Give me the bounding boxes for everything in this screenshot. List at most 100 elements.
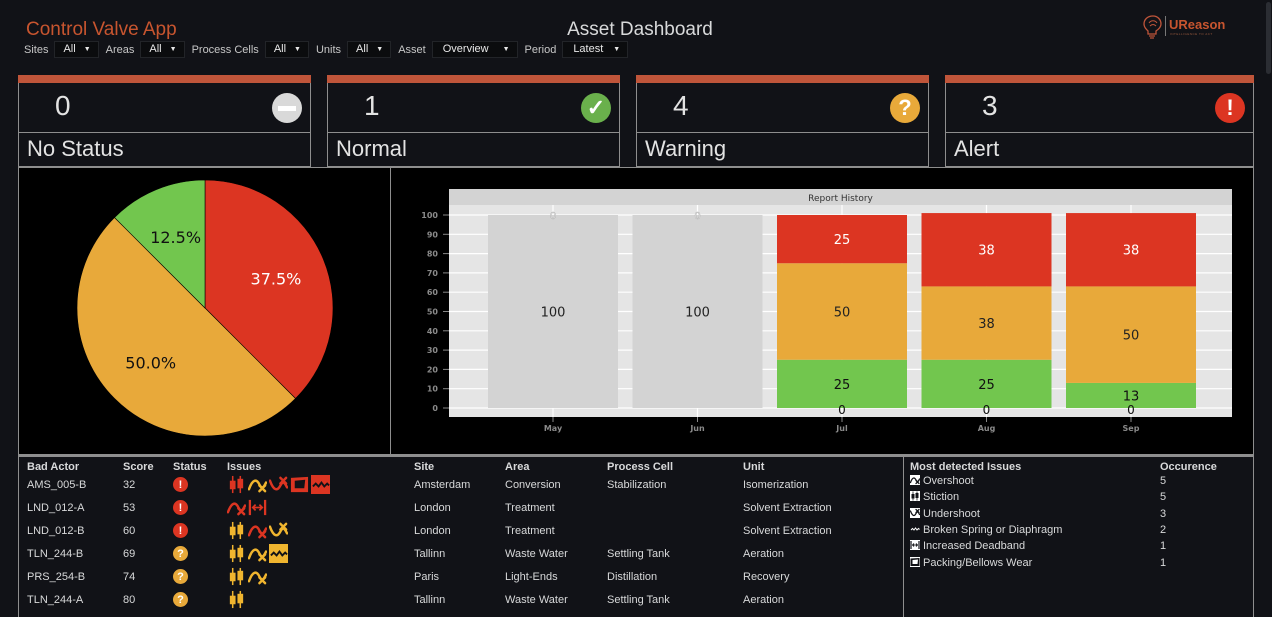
filter-value: All bbox=[149, 43, 162, 55]
deadband-icon bbox=[910, 540, 920, 551]
issue-name: Overshoot bbox=[923, 475, 974, 488]
issue-icons bbox=[227, 544, 414, 563]
card-top: 1 ✓ bbox=[327, 83, 620, 133]
overshoot-icon bbox=[248, 571, 267, 585]
status-count: 1 bbox=[364, 90, 380, 121]
process-cell-value: Stabilization bbox=[607, 478, 667, 491]
y-tick-label: 20 bbox=[427, 365, 439, 374]
unit-value: Recovery bbox=[743, 570, 790, 583]
col-header-occurence: Occurence bbox=[1160, 460, 1217, 473]
logo-brand-u: U bbox=[1169, 17, 1179, 32]
filter-select-areas[interactable]: All ▼ bbox=[140, 41, 185, 58]
chart-title: Report History bbox=[808, 194, 873, 204]
filter-select-units[interactable]: All ▼ bbox=[347, 41, 392, 58]
filter-label-sites: Sites bbox=[24, 43, 49, 56]
undershoot-icon bbox=[269, 522, 288, 537]
issue-name: Packing/Bellows Wear bbox=[923, 556, 1033, 569]
caret-down-icon: ▼ bbox=[376, 46, 384, 53]
status-cell: ! bbox=[173, 519, 227, 542]
status-cell: ! bbox=[173, 473, 227, 496]
issue-icons bbox=[227, 498, 414, 517]
score-value: 32 bbox=[123, 478, 136, 491]
site-value: London bbox=[414, 524, 451, 537]
filter-select-asset[interactable]: Overview ▼ bbox=[431, 41, 518, 58]
card-accent-bar bbox=[18, 75, 311, 83]
col-header-process-cell[interactable]: Process Cell bbox=[607, 460, 743, 473]
col-header-site[interactable]: Site bbox=[414, 460, 505, 473]
overshoot-icon bbox=[227, 502, 246, 516]
table-row[interactable]: PRS_254-B 74? Paris Light-Ends Distillation R… bbox=[27, 565, 883, 588]
filter-select-process-cells[interactable]: All ▼ bbox=[264, 41, 309, 58]
table-row[interactable]: TLN_244-A 80? Tallinn Waste Water Settling T… bbox=[27, 588, 883, 611]
score-value: 80 bbox=[123, 593, 136, 606]
issue-name-cell: Overshoot bbox=[910, 473, 1160, 489]
zero-label: 0 bbox=[1127, 403, 1135, 417]
y-tick-label: 10 bbox=[427, 385, 439, 394]
card-top: 0 bbox=[18, 83, 311, 133]
unit-value: Aeration bbox=[743, 547, 784, 560]
exclamation-icon: ! bbox=[1215, 93, 1245, 123]
status-card-alert[interactable]: 3 ! Alert bbox=[945, 75, 1254, 167]
filter-label-process-cells: Process Cells bbox=[191, 43, 259, 56]
card-top: 4 ? bbox=[636, 83, 929, 133]
deadband-icon-box bbox=[910, 540, 920, 551]
bar-value-label: 25 bbox=[834, 378, 851, 393]
filter-bar: Sites All ▼ Areas All ▼ Process Cells All ▼… bbox=[24, 41, 635, 58]
deadband-icon bbox=[248, 499, 267, 516]
lightbulb-brain-icon bbox=[1143, 15, 1162, 39]
score-value: 53 bbox=[123, 501, 136, 514]
col-header-score[interactable]: Score bbox=[123, 460, 173, 473]
bad-actor-table: Bad Actor Score Status Issues Site Area … bbox=[27, 460, 883, 611]
table-row[interactable]: LND_012-A 53! London Treatment Solvent Extra… bbox=[27, 496, 883, 519]
packing-icon bbox=[290, 476, 309, 493]
process-cell-value: Distillation bbox=[607, 570, 658, 583]
filter-select-sites[interactable]: All ▼ bbox=[54, 41, 99, 58]
issue-name-cell: Broken Spring or Diaphragm bbox=[910, 522, 1160, 538]
stiction-icon bbox=[229, 521, 244, 540]
area-value: Waste Water bbox=[505, 547, 568, 560]
area-value: Waste Water bbox=[505, 593, 568, 606]
stiction-icon bbox=[229, 590, 244, 609]
site-value: Tallinn bbox=[414, 547, 446, 560]
issue-occurence: 3 bbox=[1160, 507, 1167, 520]
table-row[interactable]: LND_012-B 60! London Treatment Solvent Extra… bbox=[27, 519, 883, 542]
status-count: 3 bbox=[982, 90, 998, 121]
bad-actor-name: PRS_254-B bbox=[27, 570, 86, 583]
col-header-unit[interactable]: Unit bbox=[743, 460, 883, 473]
process-cell-value: Settling Tank bbox=[607, 593, 670, 606]
pie-label: 37.5% bbox=[251, 270, 302, 289]
col-header-status[interactable]: Status bbox=[173, 460, 227, 473]
score-value: 60 bbox=[123, 524, 136, 537]
status-card-warning[interactable]: 4 ? Warning bbox=[636, 75, 929, 167]
issue-occurence: 5 bbox=[1160, 491, 1167, 504]
x-tick-label: Aug bbox=[978, 424, 996, 433]
spring-icon bbox=[311, 475, 330, 494]
bar-value-label: 100 bbox=[685, 306, 710, 321]
overshoot-icon bbox=[910, 475, 920, 486]
y-tick-label: 70 bbox=[427, 269, 439, 278]
filter-label-asset: Asset bbox=[398, 43, 426, 56]
site-value: Paris bbox=[414, 570, 440, 583]
status-card-normal[interactable]: 1 ✓ Normal bbox=[327, 75, 620, 167]
filter-value: Latest bbox=[573, 43, 604, 55]
y-tick-label: 80 bbox=[427, 250, 439, 259]
page-scrollbar[interactable] bbox=[1266, 2, 1271, 74]
col-header-area[interactable]: Area bbox=[505, 460, 607, 473]
filter-select-period[interactable]: Latest ▼ bbox=[562, 41, 629, 58]
status-cell: ! bbox=[173, 496, 227, 519]
issue-icons bbox=[227, 567, 414, 586]
issue-name: Undershoot bbox=[923, 507, 980, 520]
spring-icon bbox=[910, 524, 920, 535]
caret-down-icon: ▼ bbox=[502, 46, 510, 53]
alert-status-icon: ! bbox=[173, 477, 188, 492]
packing-icon bbox=[910, 556, 920, 567]
issue-name: Increased Deadband bbox=[923, 540, 1026, 553]
table-row[interactable]: TLN_244-B 69? Tallinn Waste Water Settling T… bbox=[27, 542, 883, 565]
score-value: 74 bbox=[123, 570, 136, 583]
bad-actor-name: LND_012-B bbox=[27, 524, 85, 537]
table-row[interactable]: AMS_005-B 32! Amsterdam Conversion Stabiliza… bbox=[27, 473, 883, 496]
col-header-issues[interactable]: Issues bbox=[227, 460, 414, 473]
minus-icon bbox=[272, 93, 302, 123]
status-card-no-status[interactable]: 0 No Status bbox=[18, 75, 311, 167]
col-header-bad-actor[interactable]: Bad Actor bbox=[27, 460, 123, 473]
